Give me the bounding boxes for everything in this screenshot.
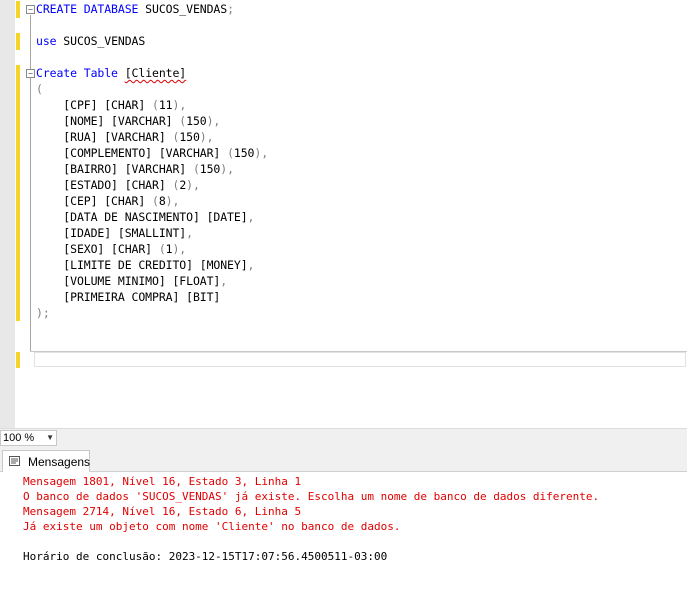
code-token: [BAIRRO] [VARCHAR] (36, 162, 193, 176)
code-line[interactable]: [CPF] [CHAR] (11), (36, 97, 186, 113)
collapse-toggle-icon[interactable]: − (26, 5, 35, 14)
results-tab-bar: Mensagens (0, 447, 687, 472)
code-token: [LIMITE DE CREDITO] [MONEY] (36, 258, 248, 272)
zoom-value: 100 % (3, 432, 35, 444)
code-line[interactable]: [BAIRRO] [VARCHAR] (150), (36, 161, 234, 177)
code-line[interactable]: CREATE DATABASE SUCOS_VENDAS; (36, 1, 234, 17)
code-line[interactable]: ); (36, 305, 50, 321)
code-token: ), (165, 194, 180, 208)
code-token: CREATE DATABASE (36, 2, 139, 16)
code-line[interactable]: [IDADE] [SMALLINT], (36, 225, 193, 241)
code-token: ), (199, 130, 214, 144)
code-token: ), (254, 146, 269, 160)
code-token: ; (227, 2, 234, 16)
code-token: [CEP] [CHAR] (36, 194, 153, 208)
info-message-line: Horário de conclusão: 2023-12-15T17:07:5… (23, 550, 388, 563)
change-marker (16, 33, 20, 50)
code-line[interactable]: [NOME] [VARCHAR] (150), (36, 113, 220, 129)
code-line[interactable]: use SUCOS_VENDAS (36, 33, 145, 49)
error-message-line: Mensagem 1801, Nível 16, Estado 3, Linha… (23, 475, 302, 488)
change-marker (16, 65, 20, 321)
code-token: ( (227, 146, 234, 160)
query-editor[interactable]: − − CREATE DATABASE SUCOS_VENDAS; use SUC… (0, 0, 687, 428)
code-line[interactable]: [DATA DE NASCIMENTO] [DATE], (36, 209, 254, 225)
chevron-down-icon[interactable]: ▼ (46, 431, 54, 445)
code-token: ), (172, 242, 187, 256)
error-message-line: Já existe um objeto com nome 'Cliente' n… (23, 520, 401, 533)
current-line-highlight (34, 352, 686, 367)
code-token: ); (36, 306, 50, 320)
code-token: [ESTADO] [CHAR] (36, 178, 173, 192)
code-token: ), (172, 98, 187, 112)
code-token: SUCOS_VENDAS (56, 34, 146, 48)
code-token: Create Table (36, 66, 118, 80)
code-token: ), (206, 114, 221, 128)
code-token: [CPF] [CHAR] (36, 98, 153, 112)
code-line[interactable]: [PRIMEIRA COMPRA] [BIT] (36, 289, 220, 305)
zoom-dropdown[interactable]: 100 % ▼ (0, 430, 57, 446)
change-marker (16, 352, 20, 368)
zoom-bar: 100 % ▼ (0, 428, 687, 447)
code-line[interactable]: Create Table [Cliente] (36, 65, 186, 81)
code-token: , (247, 258, 255, 272)
code-token: 11 (158, 98, 173, 112)
outline-guide (30, 15, 31, 351)
code-token: [VOLUME MINIMO] [FLOAT] (36, 274, 221, 288)
code-token: 150 (179, 130, 200, 144)
code-token: SUCOS_VENDAS (138, 2, 228, 16)
code-line[interactable]: [RUA] [VARCHAR] (150), (36, 129, 213, 145)
code-line[interactable]: [LIMITE DE CREDITO] [MONEY], (36, 257, 254, 273)
code-line[interactable]: [ESTADO] [CHAR] (2), (36, 177, 200, 193)
code-token: [IDADE] [SMALLINT] (36, 226, 187, 240)
messages-icon (9, 456, 20, 466)
code-token: , (247, 210, 255, 224)
code-line[interactable]: [COMPLEMENTO] [VARCHAR] (150), (36, 145, 268, 161)
code-line[interactable]: [CEP] [CHAR] (8), (36, 193, 179, 209)
messages-pane[interactable]: Mensagem 1801, Nível 16, Estado 3, Linha… (0, 472, 687, 604)
code-token: ( (36, 82, 43, 96)
change-marker (16, 1, 20, 18)
code-token: [DATA DE NASCIMENTO] [DATE] (36, 210, 248, 224)
code-token: ( (152, 194, 159, 208)
code-token: ), (186, 178, 200, 192)
editor-gutter (0, 0, 15, 428)
error-message-line: Mensagem 2714, Nível 16, Estado 6, Linha… (23, 505, 302, 518)
code-token: 150 (233, 146, 255, 160)
code-line[interactable]: [VOLUME MINIMO] [FLOAT], (36, 273, 227, 289)
code-token: [COMPLEMENTO] [VARCHAR] (36, 146, 228, 160)
code-line[interactable]: ( (36, 81, 43, 97)
code-token: 150 (186, 114, 207, 128)
code-token: , (220, 274, 228, 288)
code-token: ), (220, 162, 234, 176)
code-token: [RUA] [VARCHAR] (36, 130, 173, 144)
tab-messages-label: Mensagens (28, 455, 91, 469)
collapse-toggle-icon[interactable]: − (26, 69, 35, 78)
tab-messages[interactable]: Mensagens (2, 450, 90, 472)
code-token: ( (152, 98, 159, 112)
error-message-line: O banco de dados 'SUCOS_VENDAS' já exist… (23, 490, 600, 503)
code-token: ( (192, 162, 200, 176)
code-token: , (186, 226, 193, 240)
code-token: ( (158, 242, 166, 256)
code-line[interactable]: [SEXO] [CHAR] (1), (36, 241, 186, 257)
code-token: use (36, 34, 57, 48)
code-token: [NOME] [VARCHAR] (36, 114, 180, 128)
code-token: [PRIMEIRA COMPRA] [BIT] (36, 290, 221, 304)
code-token: [Cliente] (124, 66, 187, 80)
code-token: [SEXO] [CHAR] (36, 242, 159, 256)
code-token: 8 (158, 194, 166, 208)
code-token: 150 (199, 162, 221, 176)
